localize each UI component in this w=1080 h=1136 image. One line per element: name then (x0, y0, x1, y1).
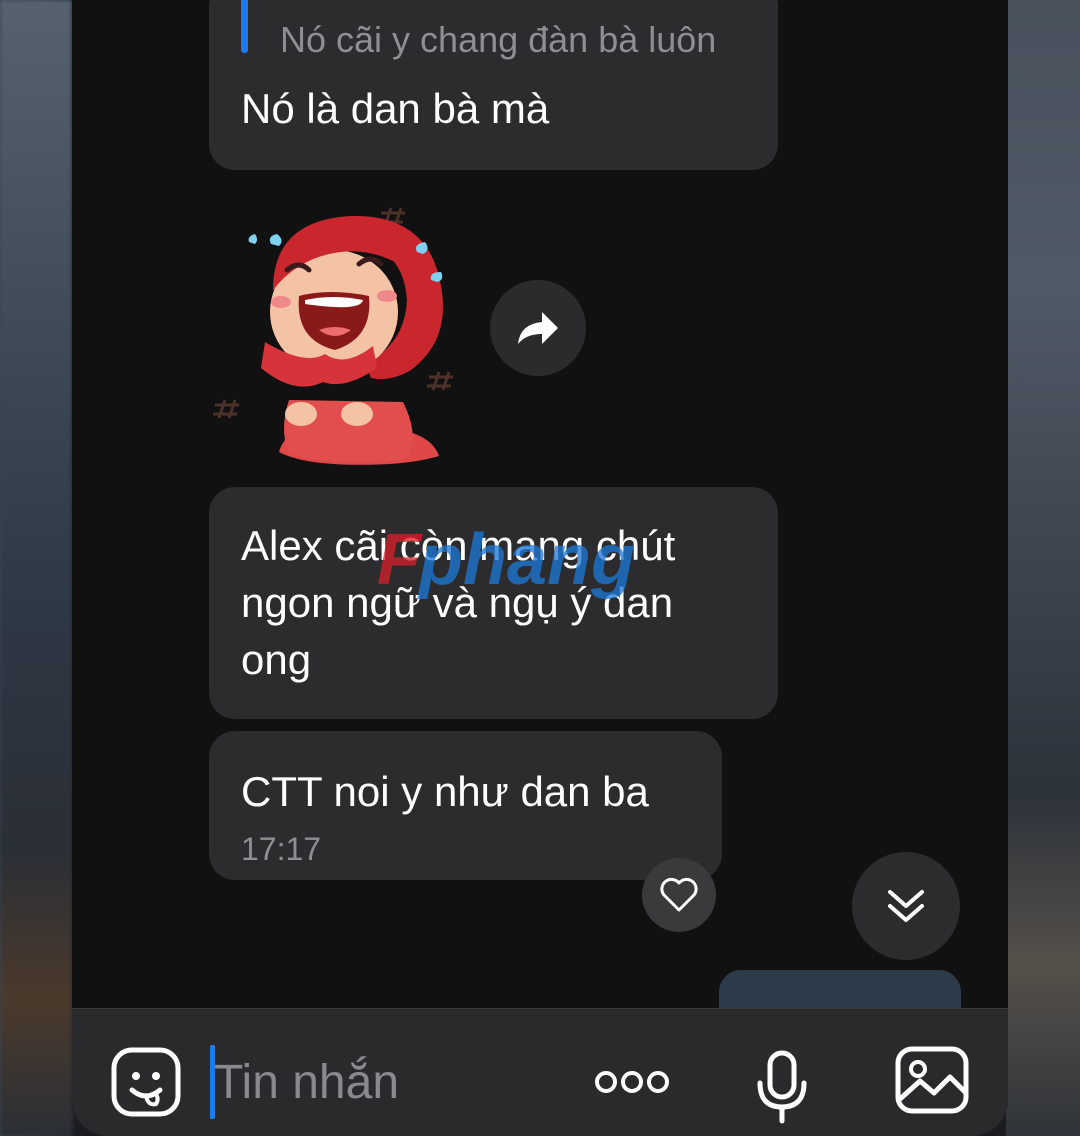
message-input-bar (72, 1008, 1008, 1136)
message-bubble[interactable]: Nó cãi y chang đàn bà luôn Nó là dan bà … (209, 0, 778, 170)
message-text: Nó là dan bà mà (241, 85, 550, 132)
attach-image-button[interactable] (894, 1045, 970, 1115)
chat-screen: Nó cãi y chang đàn bà luôn Nó là dan bà … (72, 0, 1008, 1136)
double-chevron-down-icon (888, 890, 924, 922)
sticker-smiley-icon (111, 1047, 181, 1117)
background-right-blur (1006, 0, 1080, 1136)
message-bubble[interactable]: CTT noi y như dan ba 17:17 (209, 731, 722, 880)
quoted-message-text[interactable]: Nó cãi y chang đàn bà luôn (280, 18, 716, 62)
watermark-logo: F phang (377, 522, 635, 600)
scroll-to-bottom-button[interactable] (852, 852, 960, 960)
more-dots-icon (595, 1071, 669, 1093)
forward-button[interactable] (490, 280, 586, 376)
message-timestamp: 17:17 (241, 831, 322, 867)
more-options-button[interactable] (592, 1057, 672, 1107)
microphone-icon (757, 1050, 807, 1124)
sticker-crying-laughing-girl[interactable] (209, 200, 479, 470)
like-reaction-button[interactable] (642, 858, 716, 932)
forward-arrow-icon (518, 312, 558, 344)
image-icon (895, 1046, 969, 1114)
quote-bar (241, 0, 248, 53)
svg-text:F: F (377, 522, 423, 600)
sticker-button[interactable] (110, 1046, 182, 1118)
voice-record-button[interactable] (752, 1047, 812, 1127)
background-left-blur (0, 0, 72, 1136)
message-input[interactable] (214, 1049, 554, 1115)
svg-text:phang: phang (417, 522, 635, 600)
message-text: CTT noi y như dan ba (241, 768, 649, 815)
heart-icon (660, 877, 698, 912)
